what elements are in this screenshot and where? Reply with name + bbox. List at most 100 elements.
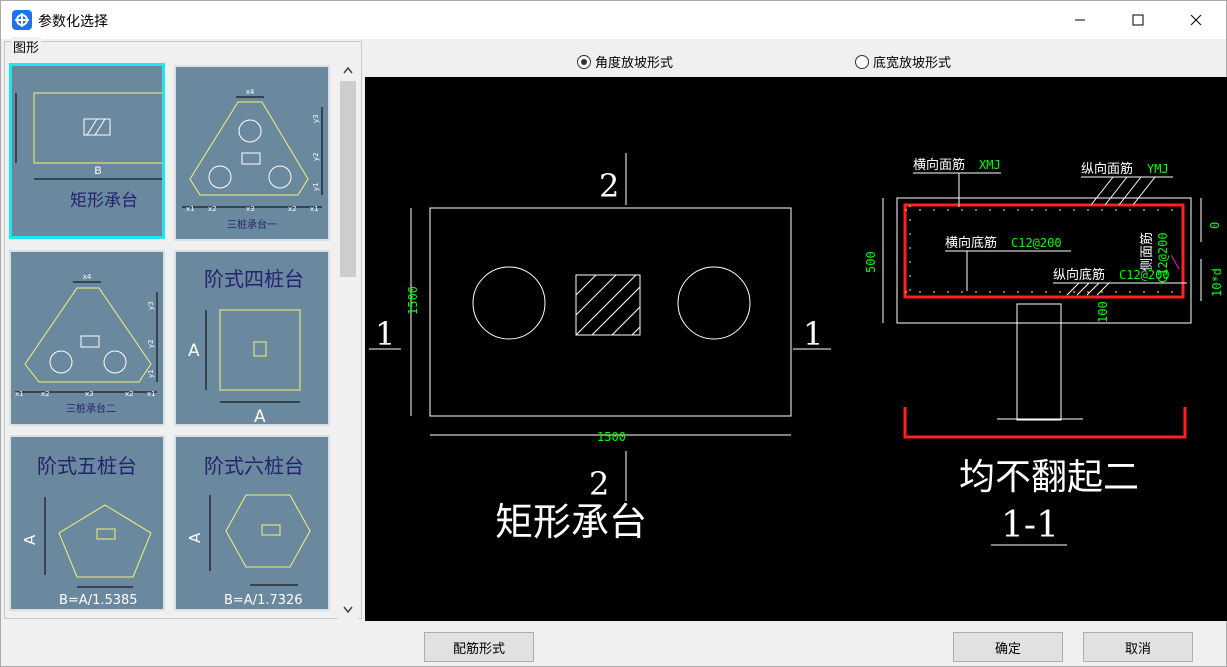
radio-angle-label: 角度放坡形式 bbox=[595, 56, 674, 71]
thumbnail-step-four-pile[interactable]: 阶式四桩台 A A bbox=[174, 250, 330, 426]
scroll-down-button[interactable] bbox=[338, 601, 358, 619]
three-pile-2-dim-x1a: x1 bbox=[15, 390, 24, 398]
value-side: C12@200 bbox=[1156, 232, 1170, 283]
radio-angle-slope[interactable]: 角度放坡形式 bbox=[577, 52, 673, 71]
shape-group-label: 图形 bbox=[11, 37, 42, 56]
thumbnail-step-six-pile[interactable]: 阶式六桩台 A B=A/1.7326 bbox=[174, 435, 330, 611]
leaders-bottom-longitudinal bbox=[1053, 282, 1187, 296]
close-icon bbox=[1190, 14, 1202, 26]
three-pile-1-dim-y1: y1 bbox=[312, 182, 320, 191]
maximize-icon bbox=[1132, 14, 1144, 26]
three-pile-2-dim-x1b: x1 bbox=[147, 390, 156, 398]
dim-cover-bottom: 100 bbox=[1096, 301, 1110, 323]
three-pile-2-label: 三桩承台二 bbox=[66, 402, 116, 415]
column-hatch bbox=[575, 274, 641, 336]
minimize-icon bbox=[1075, 19, 1085, 21]
three-pile-2-dim-x4: x4 bbox=[83, 273, 92, 281]
rebar-form-button[interactable]: 配筋形式 bbox=[424, 632, 534, 662]
label-side: 侧面筋 bbox=[1139, 232, 1155, 271]
three-pile-1-dim-y2: y2 bbox=[312, 152, 320, 161]
scroll-thumb[interactable] bbox=[340, 81, 356, 277]
step-five-pile-formula: B=A/1.5385 bbox=[59, 593, 138, 608]
thumbnail-three-pile-1[interactable]: x4 x1 x2 x3 x2 x1 y3 y2 y1 三桩承台一 bbox=[174, 65, 330, 241]
chevron-up-icon bbox=[343, 66, 353, 74]
value-top-longitudinal: YMJ bbox=[1147, 162, 1169, 176]
section-mark-left: 1 bbox=[375, 315, 395, 353]
cancel-button[interactable]: 取消 bbox=[1083, 632, 1193, 662]
three-pile-1-dim-x1a: x1 bbox=[186, 205, 195, 213]
rect-cap-label: 矩形承台 bbox=[70, 191, 138, 211]
step-six-pile-label: 阶式六桩台 bbox=[204, 454, 304, 478]
dim-depth: 500 bbox=[864, 251, 878, 273]
label-top-longitudinal: 纵向面筋 bbox=[1081, 161, 1133, 177]
section-mark-right: 1 bbox=[803, 315, 823, 353]
three-pile-1-dim-x1b: x1 bbox=[310, 205, 319, 213]
radio-width-slope[interactable]: 底宽放坡形式 bbox=[855, 52, 951, 71]
radio-angle-dot bbox=[581, 58, 587, 65]
radio-width-circle bbox=[855, 54, 869, 69]
scroll-up-button[interactable] bbox=[338, 61, 358, 79]
three-pile-1-dim-x2a: x2 bbox=[208, 205, 217, 213]
shape-grid: B 矩形承台 x4 x1 x2 x3 x2 x1 y3 y2 y1 三桩承台一 … bbox=[9, 63, 333, 619]
three-pile-2-dim-y1: y1 bbox=[147, 369, 155, 378]
maximize-button[interactable] bbox=[1115, 1, 1161, 39]
section-column bbox=[1016, 303, 1062, 421]
side-rebar-marker bbox=[1170, 254, 1180, 270]
dim-width: 1500 bbox=[597, 430, 626, 444]
radio-width-label: 底宽放坡形式 bbox=[873, 56, 952, 71]
dim-height: 1500 bbox=[406, 286, 420, 315]
pile-right bbox=[677, 266, 751, 340]
three-pile-2-dim-x2a: x2 bbox=[41, 390, 50, 398]
dialog-window: 参数化选择 图形 B 矩形承台 x4 x1 x2 x3 x2 x1 y3 y2 … bbox=[0, 0, 1227, 667]
section-mark-bottom: 2 bbox=[589, 465, 609, 503]
minimize-button[interactable] bbox=[1057, 1, 1103, 39]
plan-outline bbox=[429, 207, 792, 417]
dim-cover-top: 0 bbox=[1208, 222, 1222, 229]
step-four-pile-label: 阶式四桩台 bbox=[204, 267, 304, 291]
section-mark-top: 2 bbox=[599, 167, 619, 205]
label-top-transverse: 横向面筋 bbox=[913, 157, 965, 173]
step-five-pile-label: 阶式五桩台 bbox=[37, 454, 137, 478]
three-pile-2-dim-y3: y3 bbox=[147, 301, 155, 310]
three-pile-1-dim-x3: x3 bbox=[246, 205, 255, 213]
step-four-pile-dim-a2: A bbox=[254, 407, 266, 424]
value-bottom-transverse: C12@200 bbox=[1011, 236, 1062, 250]
step-four-pile-dim-a1: A bbox=[188, 341, 200, 361]
three-pile-1-dim-x4: x4 bbox=[246, 88, 255, 96]
shape-scrollbar[interactable] bbox=[338, 61, 358, 619]
three-pile-2-dim-x3: x3 bbox=[85, 390, 94, 398]
thumbnail-rect-cap[interactable]: B 矩形承台 bbox=[9, 63, 165, 239]
step-five-pile-drawing: 阶式五桩台 A B=A/1.5385 bbox=[21, 454, 152, 608]
three-pile-1-dim-y3: y3 bbox=[312, 114, 320, 123]
three-pile-1-drawing: x4 x1 x2 x3 x2 x1 y3 y2 y1 三桩承台一 bbox=[182, 88, 323, 231]
leaders-top-longitudinal bbox=[1081, 176, 1173, 206]
window-title: 参数化选择 bbox=[38, 14, 108, 30]
value-top-transverse: XMJ bbox=[979, 158, 1001, 172]
three-pile-2-drawing: x4 x1 x2 x3 x2 x1 y3 y2 y1 三桩承台二 bbox=[15, 273, 158, 415]
chevron-down-icon bbox=[343, 606, 353, 614]
three-pile-1-dim-x2b: x2 bbox=[288, 205, 297, 213]
pile-left bbox=[472, 266, 546, 340]
step-six-pile-drawing: 阶式六桩台 A B=A/1.7326 bbox=[186, 454, 311, 608]
section-title: 均不翻起二 bbox=[959, 457, 1139, 498]
preview-canvas: 2 2 1 1 1500 1500 矩形承台 500 0 10*d 100 横向… bbox=[365, 77, 1227, 621]
close-button[interactable] bbox=[1173, 1, 1219, 39]
rect-cap-drawing: B 矩形承台 bbox=[15, 92, 162, 211]
ok-button[interactable]: 确定 bbox=[953, 632, 1063, 662]
label-bottom-transverse: 横向底筋 bbox=[945, 235, 997, 251]
preview-drawing: 2 2 1 1 1500 1500 矩形承台 500 0 10*d 100 横向… bbox=[369, 153, 1224, 546]
label-bottom-longitudinal: 纵向底筋 bbox=[1053, 267, 1105, 283]
title-bar: 参数化选择 bbox=[1, 1, 1226, 39]
lower-rebar bbox=[903, 407, 1187, 439]
dim-anchor: 10*d bbox=[1210, 268, 1224, 297]
thumbnail-step-five-pile[interactable]: 阶式五桩台 A B=A/1.5385 bbox=[9, 435, 165, 611]
step-six-pile-dim-a: A bbox=[186, 532, 204, 543]
thumbnail-three-pile-2[interactable]: x4 x1 x2 x3 x2 x1 y3 y2 y1 三桩承台二 bbox=[9, 250, 165, 426]
plan-title: 矩形承台 bbox=[495, 500, 647, 544]
slope-option-bar: 角度放坡形式 底宽放坡形式 bbox=[365, 45, 1227, 75]
step-six-pile-formula: B=A/1.7326 bbox=[224, 593, 303, 608]
radio-angle-circle bbox=[577, 54, 591, 69]
step-four-pile-drawing: 阶式四桩台 A A bbox=[188, 267, 304, 424]
three-pile-2-dim-x2b: x2 bbox=[125, 390, 134, 398]
step-five-pile-dim-a: A bbox=[21, 534, 39, 545]
